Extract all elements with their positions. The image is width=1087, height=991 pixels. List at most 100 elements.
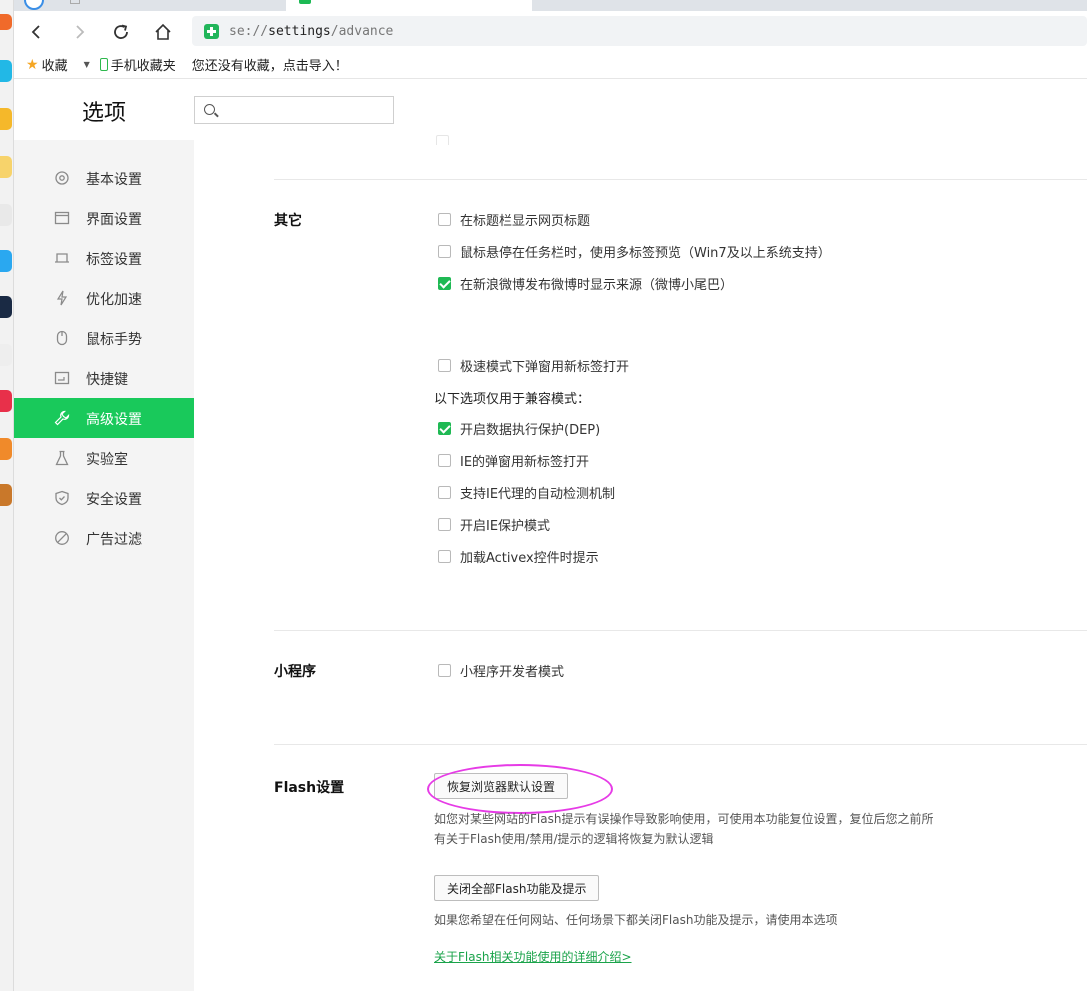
sidebar-item-advanced[interactable]: 高级设置 <box>14 398 194 438</box>
forward-arrow-icon <box>76 25 85 39</box>
sidebar-item-label: 安全设置 <box>86 492 142 508</box>
app-icon[interactable] <box>0 344 12 366</box>
flask-icon <box>54 450 70 466</box>
option-label: 加载Activex控件时提示 <box>460 550 599 566</box>
app-icon[interactable] <box>0 390 12 412</box>
checkbox[interactable] <box>438 358 451 372</box>
option-label: 在新浪微博发布微博时显示来源（微博小尾巴） <box>460 277 734 293</box>
tab-favicon-icon <box>299 0 311 4</box>
option-label: IE的弹窗用新标签打开 <box>460 454 590 470</box>
cut-off-option <box>436 135 586 145</box>
sidebar-item-label: 高级设置 <box>86 412 142 428</box>
app-icon[interactable] <box>0 296 12 318</box>
favorites-button[interactable]: 收藏 <box>42 55 68 74</box>
address-url[interactable]: se://settings/advance <box>229 24 393 39</box>
browser-logo-icon <box>24 0 44 10</box>
app-icon[interactable] <box>0 250 12 272</box>
option-activex-prompt[interactable]: 加载Activex控件时提示 <box>438 547 599 566</box>
compat-mode-heading: 以下选项仅用于兼容模式： <box>434 392 591 407</box>
tab-icon <box>54 250 70 266</box>
restore-description-line: 有关于Flash使用/禁用/提示的逻辑将恢复为默认逻辑 <box>434 832 714 846</box>
section-title-other: 其它 <box>274 213 302 229</box>
option-taskbar-preview[interactable]: 鼠标悬停在任务栏时，使用多标签预览（Win7及以上系统支持） <box>438 242 831 261</box>
sidebar-item-lab[interactable]: 实验室 <box>14 438 194 478</box>
sidebar-item-label: 实验室 <box>86 452 128 468</box>
checkbox[interactable] <box>438 212 451 226</box>
disable-flash-description: 如果您希望在任何网站、任何场景下都关闭Flash功能及提示，请使用本选项 <box>434 913 838 927</box>
restore-description-line: 如您对某些网站的Flash提示有误操作导致影响使用，可使用本功能复位设置，复位后… <box>434 812 934 826</box>
browser-toolbar: se://settings/advance <box>14 11 1087 51</box>
tab-strip <box>14 0 1087 11</box>
sidebar-item-label: 鼠标手势 <box>86 332 142 348</box>
section-divider <box>274 744 1087 745</box>
option-label: 开启数据执行保护(DEP) <box>460 422 601 438</box>
checkbox[interactable] <box>438 549 451 563</box>
checkbox-checked[interactable] <box>438 276 451 290</box>
option-label: 在标题栏显示网页标题 <box>460 213 591 229</box>
sidebar-item-ad-filter[interactable]: 广告过滤 <box>14 518 194 558</box>
restore-description: 如您对某些网站的Flash提示有误操作导致影响使用，可使用本功能复位设置，复位后… <box>434 809 954 849</box>
app-icon[interactable] <box>0 60 12 82</box>
back-button[interactable] <box>24 19 50 45</box>
mobile-favorites-button[interactable]: 手机收藏夹 <box>111 55 176 74</box>
desktop-app-strip <box>0 0 14 991</box>
sidebar-item-label: 界面设置 <box>86 212 142 228</box>
home-button[interactable] <box>150 19 176 45</box>
search-icon <box>204 104 215 115</box>
refresh-icon <box>114 24 128 39</box>
option-ie-proxy-autodetect[interactable]: 支持IE代理的自动检测机制 <box>438 483 616 502</box>
app-icon[interactable] <box>0 204 12 226</box>
import-bookmarks-link[interactable]: 您还没有收藏，点击导入！ <box>192 55 348 74</box>
forward-button[interactable] <box>66 19 92 45</box>
option-show-title-in-titlebar[interactable]: 在标题栏显示网页标题 <box>438 210 591 229</box>
sidebar-item-shortcuts[interactable]: 快捷键 <box>14 358 194 398</box>
sidebar-item-label: 优化加速 <box>86 292 142 308</box>
checkbox[interactable] <box>438 663 451 677</box>
app-icon[interactable] <box>0 108 12 130</box>
option-weibo-source[interactable]: 在新浪微博发布微博时显示来源（微博小尾巴） <box>438 274 734 293</box>
app-icon[interactable] <box>0 156 12 178</box>
sidebar-item-tabs[interactable]: 标签设置 <box>14 238 194 278</box>
checkbox[interactable] <box>438 485 451 499</box>
refresh-button[interactable] <box>108 19 134 45</box>
sidebar-item-basic[interactable]: 基本设置 <box>14 158 194 198</box>
window-icon <box>54 210 70 226</box>
app-icon[interactable] <box>0 14 12 30</box>
sidebar-item-optimize[interactable]: 优化加速 <box>14 278 194 318</box>
option-label: 极速模式下弹窗用新标签打开 <box>460 359 630 375</box>
option-mini-program-dev-mode[interactable]: 小程序开发者模式 <box>438 661 564 680</box>
chevron-down-icon[interactable]: ▼ <box>84 60 90 69</box>
gear-icon <box>54 170 70 186</box>
option-ie-popup-new-tab[interactable]: IE的弹窗用新标签打开 <box>438 451 590 470</box>
sidebar-item-label: 广告过滤 <box>86 532 142 548</box>
disable-flash-button[interactable]: 关闭全部Flash功能及提示 <box>434 875 600 901</box>
search-input[interactable] <box>221 100 389 120</box>
checkbox[interactable] <box>438 244 451 258</box>
sidebar-item-interface[interactable]: 界面设置 <box>14 198 194 238</box>
checkbox[interactable] <box>438 453 451 467</box>
page-icon <box>70 0 80 4</box>
home-icon <box>155 23 171 40</box>
option-popup-new-tab[interactable]: 极速模式下弹窗用新标签打开 <box>438 356 630 375</box>
shield-icon <box>54 490 70 506</box>
option-ie-protected-mode[interactable]: 开启IE保护模式 <box>438 515 551 534</box>
settings-content: 其它 在标题栏显示网页标题 鼠标悬停在任务栏时，使用多标签预览（Win7及以上系… <box>194 135 1087 991</box>
sidebar-item-mouse-gesture[interactable]: 鼠标手势 <box>14 318 194 358</box>
option-dep[interactable]: 开启数据执行保护(DEP) <box>438 419 601 438</box>
address-bar[interactable]: se://settings/advance <box>192 16 1087 46</box>
section-title-mini-program: 小程序 <box>274 664 316 680</box>
option-label: 鼠标悬停在任务栏时，使用多标签预览（Win7及以上系统支持） <box>460 245 831 261</box>
app-icon[interactable] <box>0 438 12 460</box>
settings-search[interactable] <box>194 96 394 124</box>
sidebar-item-label: 快捷键 <box>86 372 128 388</box>
app-icon[interactable] <box>0 484 12 506</box>
settings-sidebar: 基本设置 界面设置 标签设置 优化加速 鼠标手势 快捷键 高级设置 实验室 安全… <box>14 140 194 991</box>
sidebar-item-security[interactable]: 安全设置 <box>14 478 194 518</box>
checkbox-checked[interactable] <box>438 421 451 435</box>
active-tab[interactable] <box>286 0 532 11</box>
option-label: 开启IE保护模式 <box>460 518 551 534</box>
checkbox[interactable] <box>438 517 451 531</box>
back-arrow-icon <box>31 25 40 39</box>
flash-detail-link[interactable]: 关于Flash相关功能使用的详细介绍> <box>434 948 632 965</box>
option-label: 支持IE代理的自动检测机制 <box>460 486 616 502</box>
